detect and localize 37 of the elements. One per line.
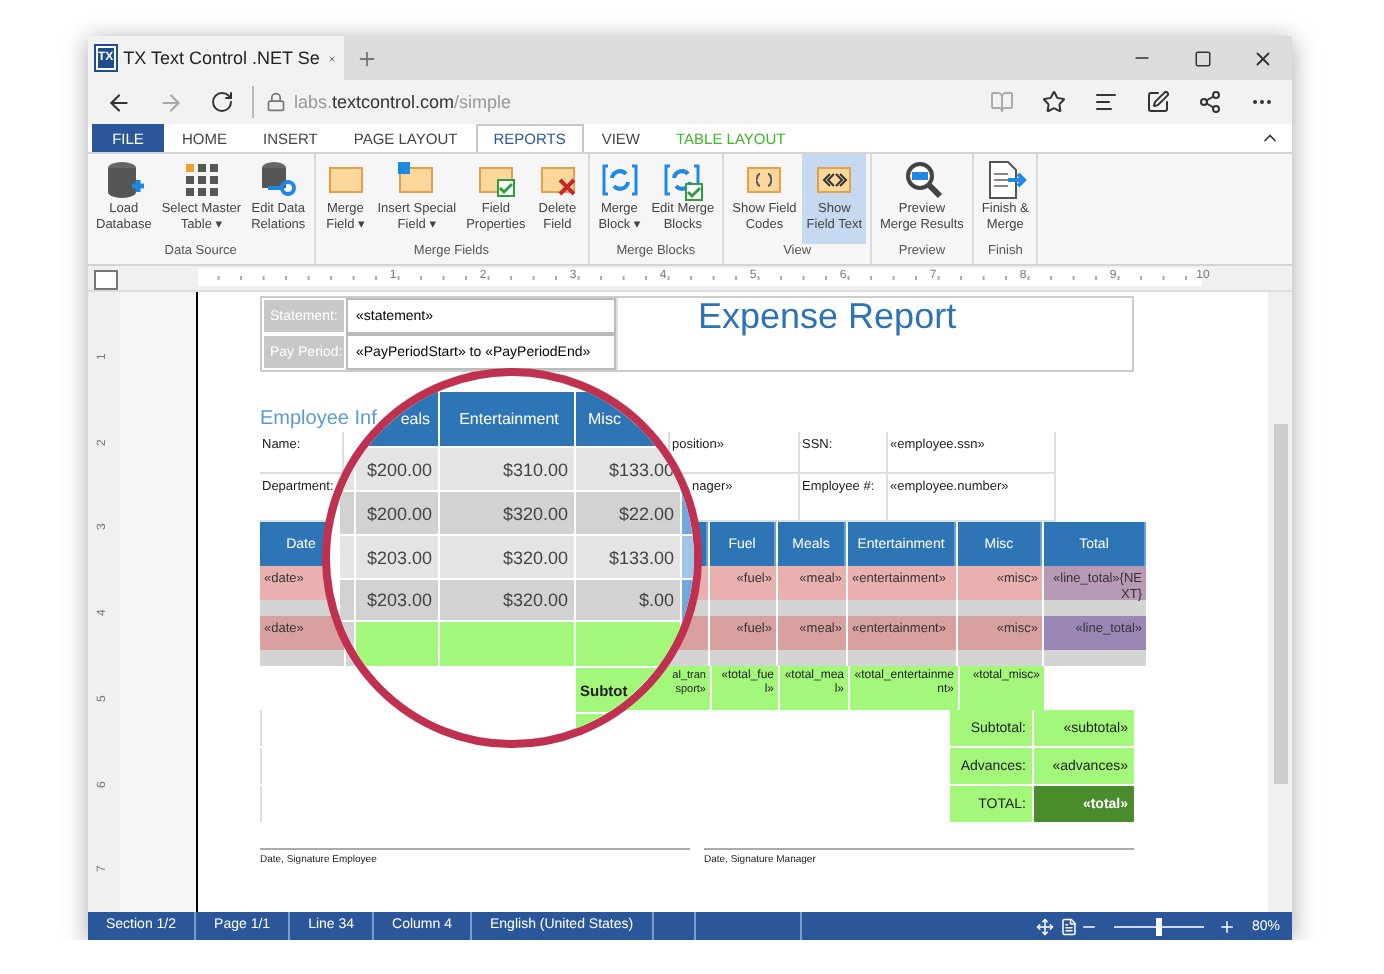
section-heading: Employee Inf	[260, 406, 377, 432]
table-cell: $320.00	[440, 536, 574, 578]
zoom-slider-thumb[interactable]	[1156, 917, 1163, 935]
move-icon	[1035, 917, 1054, 935]
table-cell: $133.00	[576, 536, 680, 578]
table-cell: $22.00	[576, 492, 680, 534]
table-cell: $200.00	[356, 448, 438, 490]
table-cell: $320.00	[440, 580, 574, 620]
book-icon	[990, 90, 1014, 114]
table-cell: $.00	[576, 580, 680, 620]
close-icon	[1251, 47, 1273, 69]
lock-icon	[266, 92, 286, 112]
page-view-icon	[1059, 917, 1078, 935]
plus-icon	[1218, 917, 1237, 935]
table-cell: $310.00	[440, 448, 574, 490]
table-cell: $320.00	[440, 492, 574, 534]
pen-icon	[1146, 90, 1170, 114]
star-icon	[1042, 90, 1066, 114]
scrollbar-thumb[interactable]	[1273, 424, 1287, 784]
url-text: labs.textcontrol.com/simple	[294, 92, 512, 112]
plus-icon	[355, 47, 377, 69]
tab-stop-icon[interactable]	[94, 270, 118, 290]
share-icon	[1198, 90, 1222, 114]
report-title: Expense Report	[616, 298, 1136, 370]
table-cell: $203.00	[356, 580, 438, 620]
refresh-icon	[210, 90, 234, 114]
lines-icon	[1094, 90, 1118, 114]
column-header: Entertainment	[440, 392, 574, 446]
table-cell: $133.00	[576, 448, 680, 490]
forward-arrow-icon	[157, 89, 183, 115]
document-arrow-icon	[983, 158, 1028, 202]
table-cell: $203.00	[356, 536, 438, 578]
tab-title: TX Text Control .NET Se	[123, 48, 320, 68]
table-cell: $200.00	[356, 492, 438, 534]
back-arrow-icon	[105, 89, 131, 115]
maximize-icon	[1193, 49, 1211, 67]
database-key-icon	[256, 158, 301, 202]
